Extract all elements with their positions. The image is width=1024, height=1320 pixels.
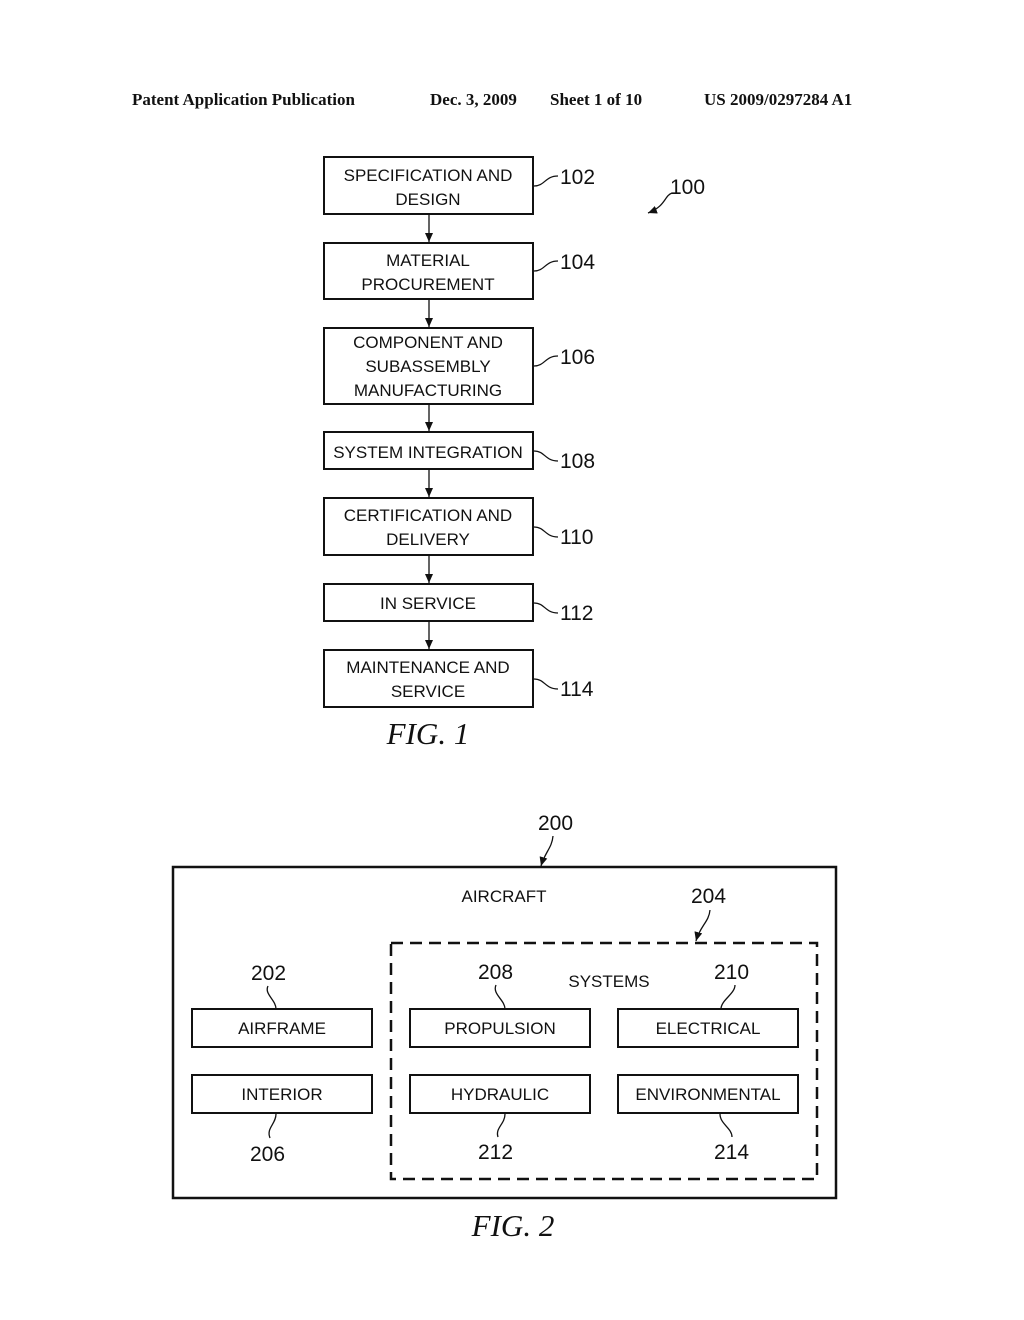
step-material-procurement: MATERIAL PROCUREMENT 104: [323, 242, 595, 300]
ref-numeral-202: 202: [251, 962, 286, 985]
systems-label: SYSTEMS: [568, 972, 649, 991]
environmental-label: ENVIRONMENTAL: [635, 1085, 780, 1104]
ref-numeral: 112: [560, 602, 593, 625]
airframe-label: AIRFRAME: [238, 1019, 326, 1038]
step-label: MAINTENANCE AND: [346, 658, 509, 677]
step-label: PROCUREMENT: [361, 275, 494, 294]
step-label: MATERIAL: [386, 251, 470, 270]
fig1-caption: FIG. 1: [386, 716, 470, 751]
step-label: MANUFACTURING: [354, 381, 502, 400]
ref-numeral-200: 200: [538, 812, 573, 835]
fig1-flowchart: SPECIFICATION AND DESIGN 102 MATERIAL PR…: [323, 156, 705, 751]
step-maintenance-service: MAINTENANCE AND SERVICE 114: [323, 649, 594, 708]
step-label: SYSTEM INTEGRATION: [333, 443, 523, 462]
step-specification-design: SPECIFICATION AND DESIGN 102: [323, 156, 595, 215]
step-label: CERTIFICATION AND: [344, 506, 512, 525]
hydraulic-label: HYDRAULIC: [451, 1085, 549, 1104]
ref-numeral-208: 208: [478, 961, 513, 984]
ref-numeral-214: 214: [714, 1141, 749, 1164]
step-label: SERVICE: [391, 682, 465, 701]
ref-numeral-210: 210: [714, 961, 749, 984]
ref-numeral-206: 206: [250, 1143, 285, 1166]
ref-numeral: 108: [560, 450, 595, 473]
step-label: DELIVERY: [386, 530, 470, 549]
ref-numeral-204: 204: [691, 885, 726, 908]
interior-label: INTERIOR: [241, 1085, 322, 1104]
step-label: SPECIFICATION AND: [344, 166, 513, 185]
fig2-caption: FIG. 2: [471, 1208, 555, 1243]
ref-numeral: 102: [560, 166, 595, 189]
ref-arrow: [539, 835, 554, 867]
ref-numeral-100: 100: [670, 176, 705, 199]
ref-numeral-212: 212: [478, 1141, 513, 1164]
propulsion-label: PROPULSION: [444, 1019, 555, 1038]
step-label: COMPONENT AND: [353, 333, 503, 352]
step-component-subassembly-manufacturing: COMPONENT AND SUBASSEMBLY MANUFACTURING …: [323, 327, 595, 405]
ref-numeral: 114: [560, 678, 594, 701]
ref-numeral: 110: [560, 526, 593, 549]
step-label: SUBASSEMBLY: [365, 357, 490, 376]
step-label: IN SERVICE: [380, 594, 476, 613]
patent-drawing: SPECIFICATION AND DESIGN 102 MATERIAL PR…: [171, 156, 838, 1243]
step-label: DESIGN: [395, 190, 460, 209]
electrical-label: ELECTRICAL: [656, 1019, 761, 1038]
step-certification-delivery: CERTIFICATION AND DELIVERY 110: [323, 497, 593, 556]
step-in-service: IN SERVICE 112: [323, 583, 593, 625]
ref-arrow: [647, 192, 673, 214]
ref-numeral: 104: [560, 251, 595, 274]
fig2-block-diagram: 200 AIRCRAFT 204 SYSTEMS AIRFRAME 202 IN…: [171, 812, 838, 1243]
aircraft-label: AIRCRAFT: [462, 887, 547, 906]
step-system-integration: SYSTEM INTEGRATION 108: [323, 431, 595, 473]
ref-numeral: 106: [560, 346, 595, 369]
